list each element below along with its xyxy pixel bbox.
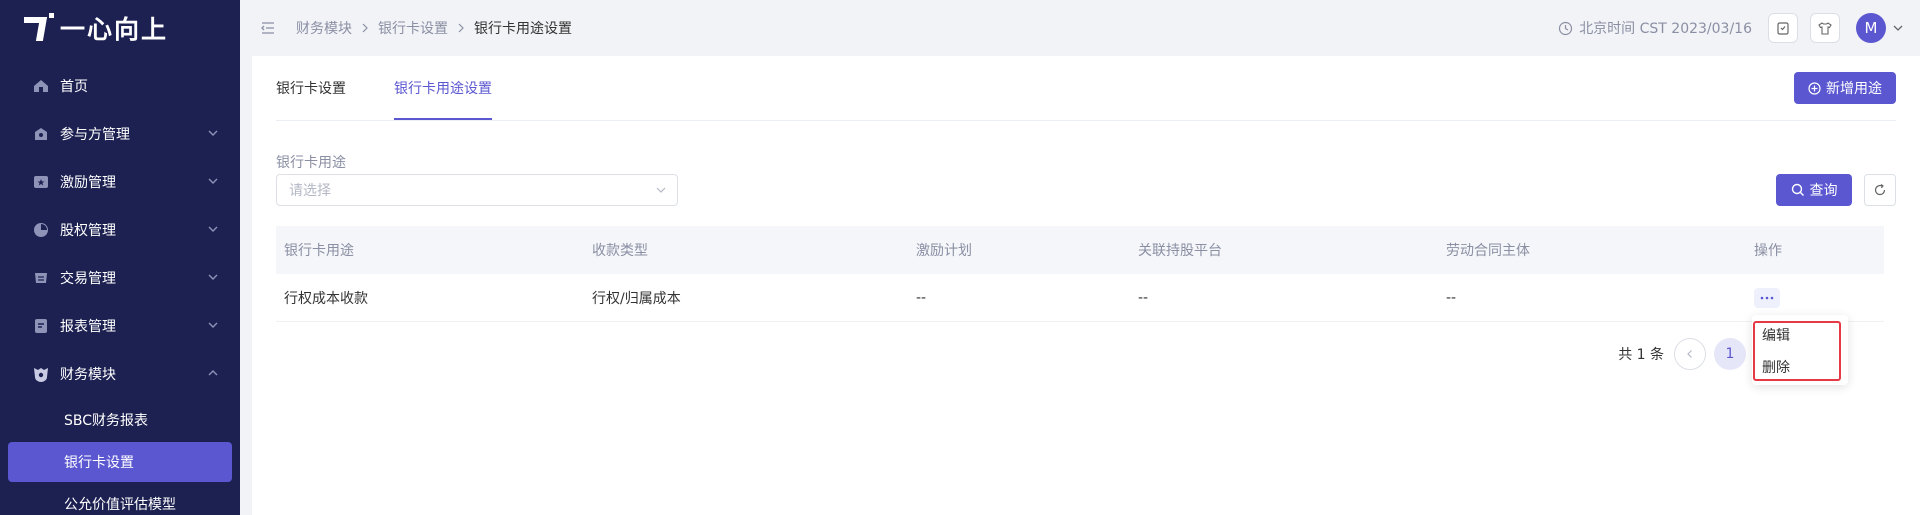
row-actions-menu: 编辑 删除 xyxy=(1752,315,1848,385)
incentive-icon xyxy=(32,173,50,191)
add-purpose-label: 新增用途 xyxy=(1826,81,1882,97)
sidebar-subitem-sbc-report[interactable]: SBC财务报表 xyxy=(0,398,240,442)
filter-label: 银行卡用途 xyxy=(276,155,346,171)
sidebar-item-participants[interactable]: 参与方管理 xyxy=(0,110,240,158)
clock-text: 北京时间 CST 2023/03/16 xyxy=(1579,21,1752,37)
sidebar-item-report[interactable]: 报表管理 xyxy=(0,302,240,350)
plus-circle-icon xyxy=(1808,81,1821,95)
chevron-down-icon xyxy=(656,187,666,193)
column-header: 劳动合同主体 xyxy=(1446,243,1530,259)
chevron-down-icon xyxy=(208,322,218,328)
participant-icon xyxy=(32,125,50,143)
query-button[interactable]: 查询 xyxy=(1776,174,1852,206)
more-actions-button[interactable] xyxy=(1754,287,1780,308)
refresh-icon xyxy=(1874,184,1886,196)
table-cell: -- xyxy=(1138,289,1149,306)
clipboard-icon xyxy=(1777,22,1789,35)
trade-icon xyxy=(32,269,50,287)
theme-button[interactable] xyxy=(1810,13,1840,43)
edit-menu-item[interactable]: 编辑 xyxy=(1752,319,1848,351)
column-header: 操作 xyxy=(1754,243,1782,259)
table-cell: 行权成本收款 xyxy=(284,290,368,307)
reset-button[interactable] xyxy=(1864,174,1896,206)
equity-icon xyxy=(32,221,50,239)
sidebar-subitem-fair-value-model[interactable]: 公允价值评估模型 xyxy=(0,482,240,515)
breadcrumb: 财务模块 银行卡设置 银行卡用途设置 xyxy=(296,18,572,38)
chevron-down-icon xyxy=(208,274,218,280)
sidebar-subitem-bank-card-settings[interactable]: 银行卡设置 xyxy=(8,442,232,482)
chevron-down-icon[interactable] xyxy=(1892,22,1904,34)
more-horizontal-icon xyxy=(1760,296,1774,299)
avatar[interactable]: M xyxy=(1856,13,1886,43)
clock: 北京时间 CST 2023/03/16 xyxy=(1558,18,1752,38)
table-header: 银行卡用途 收款类型 激励计划 关联持股平台 劳动合同主体 操作 xyxy=(276,226,1884,274)
purpose-table: 银行卡用途 收款类型 激励计划 关联持股平台 劳动合同主体 操作 行权成本收款 … xyxy=(276,226,1884,322)
tab-bank-card-purpose-settings[interactable]: 银行卡用途设置 xyxy=(394,56,492,120)
sidebar-item-incentive[interactable]: 激励管理 xyxy=(0,158,240,206)
sidebar-item-equity[interactable]: 股权管理 xyxy=(0,206,240,254)
search-icon xyxy=(1791,183,1804,196)
sidebar-subitem-label: 银行卡设置 xyxy=(64,455,134,471)
chevron-left-icon xyxy=(1687,350,1692,358)
content-card: 银行卡设置 银行卡用途设置 新增用途 银行卡用途 请选择 查询 银行卡用途 收款… xyxy=(252,56,1920,515)
finance-icon xyxy=(32,365,50,383)
sidebar-item-label: 交易管理 xyxy=(60,271,116,287)
shirt-icon xyxy=(1818,22,1832,35)
column-header: 激励计划 xyxy=(916,243,972,259)
page-number-current[interactable]: 1 xyxy=(1714,338,1746,370)
header-actions: 北京时间 CST 2023/03/16 M xyxy=(1558,12,1904,44)
breadcrumb-current: 银行卡用途设置 xyxy=(474,21,572,37)
sidebar-menu: 首页 参与方管理 激励管理 股权管理 交易管理 报表管理 财务模块 SBC财务报… xyxy=(0,62,240,515)
sidebar-item-label: 股权管理 xyxy=(60,223,116,239)
sidebar-subitem-label: SBC财务报表 xyxy=(64,413,149,429)
home-icon xyxy=(32,77,50,95)
add-purpose-button[interactable]: 新增用途 xyxy=(1794,72,1896,104)
chevron-right-icon xyxy=(360,23,370,33)
task-button[interactable] xyxy=(1768,13,1798,43)
sidebar-item-label: 激励管理 xyxy=(60,175,116,191)
pagination-total: 共 1 条 xyxy=(1618,347,1664,363)
sidebar-item-finance[interactable]: 财务模块 xyxy=(0,350,240,398)
chevron-right-icon xyxy=(456,23,466,33)
chevron-up-icon xyxy=(208,370,218,376)
chevron-down-icon xyxy=(208,178,218,184)
prev-page-button[interactable] xyxy=(1674,338,1706,370)
sidebar-item-label: 财务模块 xyxy=(60,367,116,383)
table-cell: -- xyxy=(1446,289,1457,306)
purpose-select-placeholder: 请选择 xyxy=(289,183,331,199)
column-header: 银行卡用途 xyxy=(284,243,354,259)
collapse-sidebar-icon[interactable] xyxy=(260,20,276,36)
sidebar-item-label: 报表管理 xyxy=(60,319,116,335)
brand-name: 一心向上 xyxy=(60,15,169,44)
logo-mark-icon xyxy=(24,13,54,43)
breadcrumb-item[interactable]: 财务模块 xyxy=(296,18,352,38)
sidebar-item-home[interactable]: 首页 xyxy=(0,62,240,110)
sidebar-subitem-label: 公允价值评估模型 xyxy=(64,497,176,513)
report-icon xyxy=(32,317,50,335)
table-row: 行权成本收款 行权/归属成本 -- -- -- xyxy=(276,274,1884,322)
sidebar-item-trade[interactable]: 交易管理 xyxy=(0,254,240,302)
column-header: 关联持股平台 xyxy=(1138,243,1222,259)
query-label: 查询 xyxy=(1809,183,1838,199)
sidebar-item-label: 参与方管理 xyxy=(60,127,130,143)
breadcrumb-item[interactable]: 银行卡设置 xyxy=(378,18,448,38)
column-header: 收款类型 xyxy=(592,243,648,259)
tab-bank-card-settings[interactable]: 银行卡设置 xyxy=(276,56,346,120)
clock-icon xyxy=(1559,21,1573,35)
table-cell: -- xyxy=(916,289,927,306)
logo[interactable]: 一心向上 xyxy=(24,12,168,44)
table-cell-actions xyxy=(1746,287,1884,308)
chevron-down-icon xyxy=(208,226,218,232)
table-cell: 行权/归属成本 xyxy=(592,290,681,307)
tabs: 银行卡设置 银行卡用途设置 xyxy=(276,56,540,120)
sidebar: 一心向上 首页 参与方管理 激励管理 股权管理 交易管理 报表管理 财务模块 S… xyxy=(0,0,240,515)
sidebar-item-label: 首页 xyxy=(60,79,88,95)
delete-menu-item[interactable]: 删除 xyxy=(1752,351,1848,383)
chevron-down-icon xyxy=(208,130,218,136)
top-header: 财务模块 银行卡设置 银行卡用途设置 北京时间 CST 2023/03/16 M xyxy=(240,0,1920,56)
purpose-select[interactable]: 请选择 xyxy=(276,174,678,206)
tabs-divider xyxy=(276,120,1896,121)
